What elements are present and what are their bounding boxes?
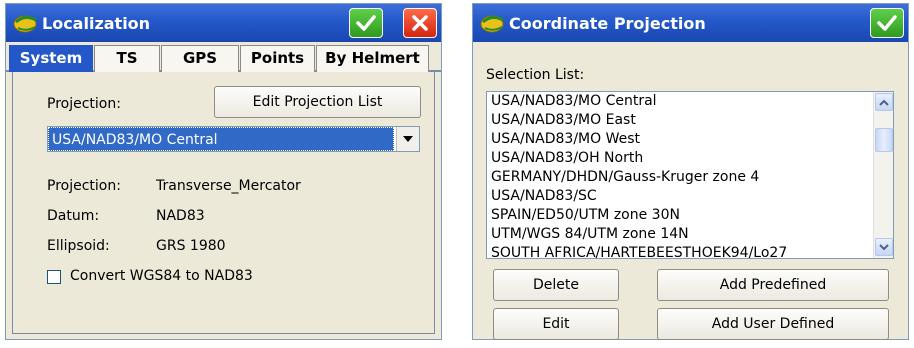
selection-list-label: Selection List:	[486, 67, 585, 83]
detail-datum-label: Datum:	[47, 208, 100, 224]
list-item[interactable]: UTM/WGS 84/UTM zone 14N	[487, 225, 873, 244]
coordinate-projection-titlebar: Coordinate Projection	[473, 4, 908, 42]
ok-button[interactable]	[349, 8, 383, 38]
projection-label: Projection:	[47, 96, 121, 112]
tab-points[interactable]: Points	[240, 45, 315, 72]
edit-button[interactable]: Edit	[493, 308, 619, 340]
localization-titlebar: Localization	[6, 4, 441, 42]
window-title: Coordinate Projection	[509, 14, 706, 33]
system-tab-page: Projection: Edit Projection List USA/NAD…	[12, 72, 435, 334]
list-items: USA/NAD83/MO Central USA/NAD83/MO East U…	[487, 92, 873, 258]
chevron-down-icon	[879, 243, 889, 250]
window-title: Localization	[42, 14, 151, 33]
chevron-up-icon	[879, 99, 889, 106]
list-item[interactable]: USA/NAD83/SC	[487, 187, 873, 206]
list-item[interactable]: USA/NAD83/OH North	[487, 149, 873, 168]
detail-projection-label: Projection:	[47, 178, 121, 194]
delete-button[interactable]: Delete	[493, 269, 619, 301]
checkmark-icon	[356, 15, 376, 31]
tab-system[interactable]: System	[9, 45, 93, 72]
tab-ts[interactable]: TS	[94, 45, 160, 72]
list-item[interactable]: USA/NAD83/MO East	[487, 111, 873, 130]
convert-wgs84-label[interactable]: Convert WGS84 to NAD83	[70, 268, 253, 284]
detail-projection-value: Transverse_Mercator	[156, 178, 301, 194]
edit-projection-list-button[interactable]: Edit Projection List	[214, 86, 421, 118]
coordinate-projection-window: Coordinate Projection Selection List: US…	[472, 3, 909, 340]
app-logo-icon	[13, 15, 37, 33]
detail-ellipsoid-label: Ellipsoid:	[47, 238, 110, 254]
list-scrollbar[interactable]	[873, 92, 893, 258]
list-item[interactable]: SPAIN/ED50/UTM zone 30N	[487, 206, 873, 225]
tab-gps[interactable]: GPS	[161, 45, 239, 72]
close-icon	[412, 15, 428, 31]
add-predefined-button[interactable]: Add Predefined	[657, 269, 889, 301]
scroll-thumb[interactable]	[875, 128, 893, 152]
projection-dropdown-value: USA/NAD83/MO Central	[48, 127, 394, 151]
chevron-down-icon	[403, 136, 413, 142]
checkmark-icon	[877, 15, 897, 31]
list-item[interactable]: USA/NAD83/MO West	[487, 130, 873, 149]
scroll-up-button[interactable]	[875, 93, 893, 111]
ok-button[interactable]	[870, 8, 904, 38]
localization-window: Localization System TS GPS Points By Hel…	[5, 3, 442, 340]
close-button[interactable]	[403, 8, 437, 38]
tab-by-helmert[interactable]: By Helmert	[316, 45, 429, 72]
convert-wgs84-checkbox[interactable]	[47, 270, 61, 284]
list-item[interactable]: GERMANY/DHDN/Gauss-Kruger zone 4	[487, 168, 873, 187]
scroll-down-button[interactable]	[875, 238, 893, 256]
list-item[interactable]: USA/NAD83/MO Central	[487, 92, 873, 111]
dropdown-arrow[interactable]	[396, 127, 419, 151]
tab-strip: System TS GPS Points By Helmert	[6, 45, 441, 72]
detail-ellipsoid-value: GRS 1980	[156, 238, 226, 254]
detail-datum-value: NAD83	[156, 208, 205, 224]
projection-selection-list[interactable]: USA/NAD83/MO Central USA/NAD83/MO East U…	[486, 91, 894, 259]
app-logo-icon	[480, 15, 504, 33]
add-user-defined-button[interactable]: Add User Defined	[657, 308, 889, 340]
projection-dropdown[interactable]: USA/NAD83/MO Central	[47, 126, 420, 152]
list-item[interactable]: SOUTH AFRICA/HARTEBEESTHOEK94/Lo27	[487, 244, 873, 258]
